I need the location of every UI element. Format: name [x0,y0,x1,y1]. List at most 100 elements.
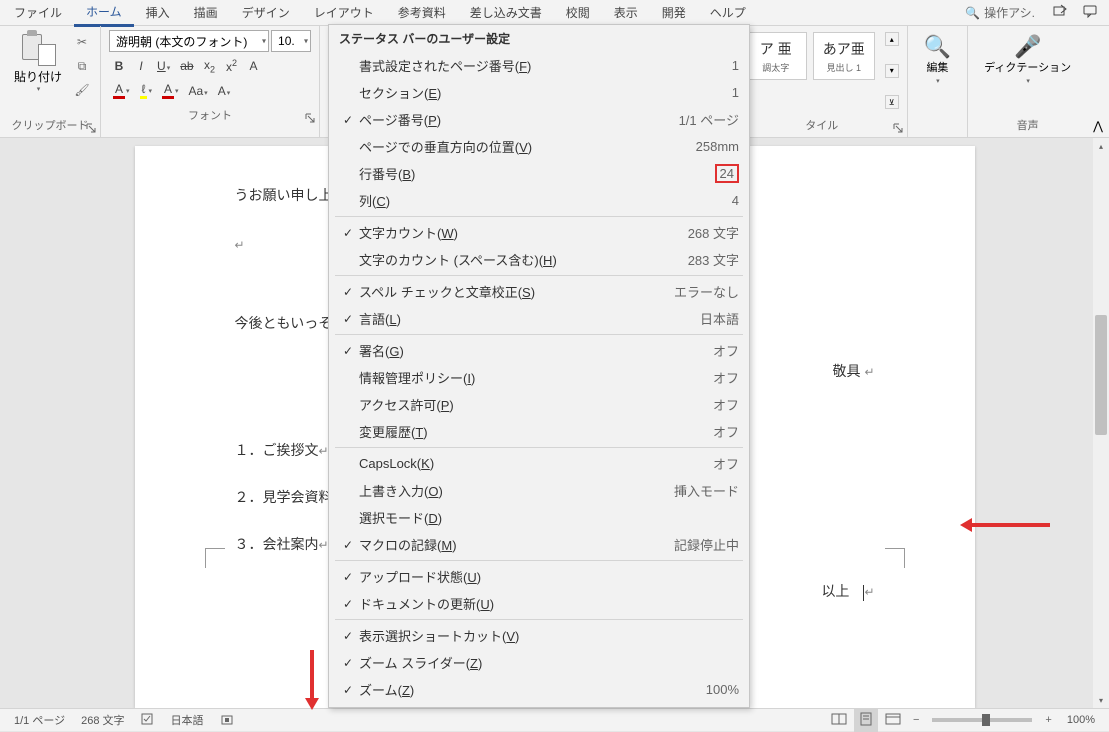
menu-item-value: 日本語 [700,309,739,328]
styles-gallery[interactable]: ア 亜 調太字 あア亜 見出し 1 [743,30,883,111]
menu-insert[interactable]: 挿入 [134,0,182,25]
editing-button[interactable]: 🔍 編集 ▾ [914,30,961,127]
menu-item[interactable]: ✓アップロード状態(U) [329,563,749,590]
menu-developer[interactable]: 開発 [650,0,698,25]
status-word-count[interactable]: 268 文字 [73,712,132,728]
search-placeholder: 操作アシ. [984,4,1035,21]
scroll-down-button[interactable]: ▾ [1093,692,1109,708]
view-read-mode[interactable] [826,710,852,731]
menu-item[interactable]: 行番号(B)24 [329,160,749,187]
status-macro-icon[interactable] [212,712,242,729]
chevron-down-icon[interactable]: ▾ [37,85,41,93]
dialog-launcher-icon[interactable] [86,123,96,133]
menu-mailings[interactable]: 差し込み文書 [458,0,554,25]
menu-item[interactable]: セクション(E)1 [329,79,749,106]
menu-item[interactable]: CapsLock(K)オフ [329,450,749,477]
comments-button[interactable] [1077,1,1103,24]
menu-design[interactable]: デザイン [230,0,302,25]
collapse-ribbon-button[interactable]: ⋀ [1087,119,1109,133]
change-case-button[interactable]: Aa▾ [184,82,211,100]
menu-item[interactable]: ✓署名(G)オフ [329,337,749,364]
menu-item-value: 1 [732,58,739,73]
menu-item-label: 書式設定されたページ番号(F) [359,56,732,75]
dialog-launcher-icon[interactable] [893,123,903,133]
style-item[interactable]: あア亜 見出し 1 [813,32,875,80]
menu-review[interactable]: 校閲 [554,0,602,25]
font-size-combo[interactable]: 10.▾ [271,30,311,52]
strikethrough-button[interactable]: ab [176,57,197,75]
menu-draw[interactable]: 描画 [182,0,230,25]
check-icon: ✓ [337,683,359,697]
paragraph-mark-icon: ↵ [235,238,245,252]
menu-item[interactable]: ✓ページ番号(P)1/1 ページ [329,106,749,133]
paste-icon[interactable] [20,30,56,66]
highlight-color-button[interactable]: ℓ▾ [136,80,156,101]
zoom-in-button[interactable]: + [1040,711,1056,729]
bold-button[interactable]: B [109,57,129,75]
vertical-scrollbar[interactable]: ▴ ▾ [1093,138,1109,708]
menu-item[interactable]: 情報管理ポリシー(I)オフ [329,364,749,391]
font-fill-button[interactable]: A▾ [158,80,183,101]
menu-item[interactable]: ページでの垂直方向の位置(V)258mm [329,133,749,160]
menu-item[interactable]: ✓文字カウント(W)268 文字 [329,219,749,246]
view-print-layout[interactable] [854,709,878,732]
dictate-button[interactable]: 🎤 ディクテーション ▾ [974,30,1081,111]
menu-file[interactable]: ファイル [2,0,74,25]
format-painter-icon[interactable]: 🖌 [74,82,90,98]
menu-item-value: オフ [713,395,739,414]
scroll-track[interactable] [1093,154,1109,692]
font-color-button[interactable]: A▾ [109,80,134,101]
subscript-button[interactable]: x2 [200,56,220,76]
zoom-slider[interactable] [932,718,1032,722]
underline-button[interactable]: U▾ [153,57,174,75]
superscript-button[interactable]: x2 [222,56,242,76]
text-effects-button[interactable]: A▾ [214,82,235,100]
dialog-launcher-icon[interactable] [305,113,315,123]
italic-button[interactable]: I [131,57,151,75]
view-web-layout[interactable] [880,710,906,731]
status-language[interactable]: 日本語 [163,712,212,728]
menu-item[interactable]: ✓言語(L)日本語 [329,305,749,332]
styles-scroll-down[interactable]: ▾ [885,64,899,78]
menu-separator [335,334,743,335]
menu-item[interactable]: アクセス許可(P)オフ [329,391,749,418]
copy-icon[interactable]: ⧉ [74,58,90,74]
menu-item[interactable]: ✓マクロの記録(M)記録停止中 [329,531,749,558]
menu-item-label: 上書き入力(O) [359,481,674,500]
menu-item[interactable]: 文字のカウント (スペース含む)(H)283 文字 [329,246,749,273]
menu-item-label: ドキュメントの更新(U) [359,594,739,613]
menu-view[interactable]: 表示 [602,0,650,25]
menu-item-label: ズーム(Z) [359,680,706,699]
status-page[interactable]: 1/1 ページ [6,712,73,728]
scroll-up-button[interactable]: ▴ [1093,138,1109,154]
menu-item[interactable]: 選択モード(D) [329,504,749,531]
menu-item[interactable]: ✓ドキュメントの更新(U) [329,590,749,617]
zoom-slider-thumb[interactable] [982,714,990,726]
zoom-level[interactable]: 100% [1059,714,1103,726]
style-item[interactable]: ア 亜 調太字 [745,32,807,80]
menu-item[interactable]: ✓ズーム(Z)100% [329,676,749,703]
menu-layout[interactable]: レイアウト [302,0,386,25]
menu-home[interactable]: ホーム [74,0,134,27]
cut-icon[interactable]: ✂ [74,34,90,50]
status-proofing-icon[interactable] [133,713,163,728]
menu-item-value: 1/1 ページ [679,110,739,129]
zoom-out-button[interactable]: − [908,711,924,729]
scroll-thumb[interactable] [1095,315,1107,435]
menu-help[interactable]: ヘルプ [698,0,758,25]
menu-references[interactable]: 参考資料 [386,0,458,25]
styles-scroll-up[interactable]: ▴ [885,32,899,46]
menu-item[interactable]: ✓スペル チェックと文章校正(S)エラーなし [329,278,749,305]
menu-item[interactable]: 変更履歴(T)オフ [329,418,749,445]
styles-expand[interactable]: ⊻ [885,95,899,109]
font-name-combo[interactable]: 游明朝 (本文のフォント)▾ [109,30,269,52]
clear-format-button[interactable]: A [244,57,264,75]
share-button[interactable] [1047,1,1073,24]
menu-item[interactable]: ✓ズーム スライダー(Z) [329,649,749,676]
menu-item[interactable]: ✓表示選択ショートカット(V) [329,622,749,649]
tell-me-search[interactable]: 🔍 操作アシ. [957,2,1043,23]
menu-item[interactable]: 上書き入力(O)挿入モード [329,477,749,504]
menu-item[interactable]: 列(C)4 [329,187,749,214]
menu-item[interactable]: 書式設定されたページ番号(F)1 [329,52,749,79]
paste-label[interactable]: 貼り付け [14,68,62,85]
